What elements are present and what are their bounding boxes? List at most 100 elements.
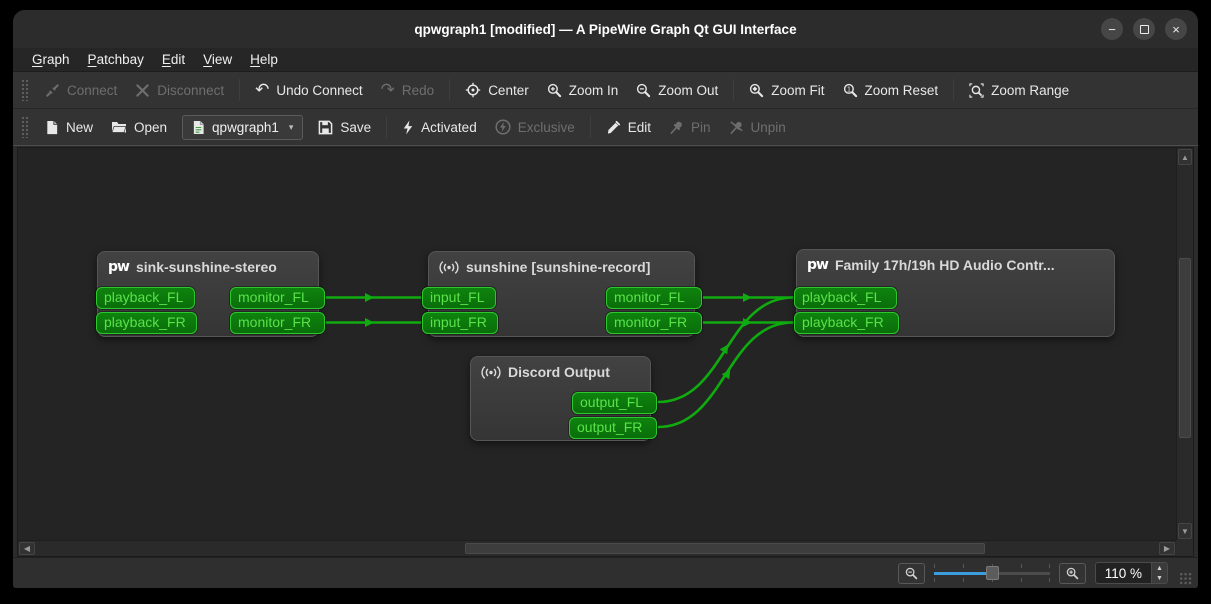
graph-node-sunshine[interactable]: sunshine [sunshine-record] input_FL inpu… [428, 251, 695, 337]
menubar: Graph Patchbay Edit View Help [13, 48, 1198, 72]
toolbar-drag-handle[interactable] [21, 116, 28, 138]
spin-up-icon[interactable]: ▲ [1152, 563, 1167, 573]
connections-layer [18, 148, 1176, 540]
redo-button[interactable]: ↷ Redo [372, 78, 444, 103]
graph-node-discord-output[interactable]: Discord Output output_FL output_FR [470, 356, 651, 441]
minimize-icon: − [1108, 23, 1116, 36]
magnifier-minus-icon [905, 567, 918, 580]
statusbar: 110 % ▲ ▼ [13, 557, 1198, 588]
menu-graph[interactable]: Graph [23, 50, 79, 69]
port-output-fr[interactable]: output_FR [569, 417, 657, 439]
wire-arrow-icon [365, 293, 374, 302]
edit-button[interactable]: Edit [597, 115, 660, 140]
magnifier-plus-icon [1066, 567, 1079, 580]
disconnect-button[interactable]: Disconnect [126, 78, 233, 103]
maximize-button[interactable] [1133, 18, 1155, 40]
statusbar-zoom-in-button[interactable] [1059, 563, 1086, 584]
port-playback-fr[interactable]: playback_FR [794, 312, 899, 334]
port-playback-fl[interactable]: playback_FL [96, 287, 195, 309]
graph-viewport: pw sink-sunshine-stereo playback_FL play… [17, 147, 1194, 557]
zoom-fit-button[interactable]: Zoom Fit [740, 78, 833, 103]
port-output-fl[interactable]: output_FL [572, 392, 657, 414]
scroll-left-icon[interactable]: ◀ [19, 542, 35, 555]
new-button[interactable]: New [36, 115, 102, 140]
port-playback-fl[interactable]: playback_FL [794, 287, 897, 309]
svg-text:1: 1 [847, 86, 851, 93]
scroll-right-icon[interactable]: ▶ [1159, 542, 1175, 555]
zoom-slider-handle[interactable] [986, 566, 999, 580]
zoom-reset-button[interactable]: 1 Zoom Reset [834, 78, 948, 103]
unpin-button[interactable]: Unpin [720, 115, 795, 140]
zoom-range-button[interactable]: Zoom Range [960, 78, 1078, 103]
toolbar-separator [386, 116, 387, 138]
undo-connect-button[interactable]: ↶ Undo Connect [246, 78, 372, 103]
zoom-reset-icon: 1 [843, 83, 858, 98]
window-controls: − × [1101, 18, 1187, 40]
zoom-percent-value[interactable]: 110 % [1096, 563, 1151, 583]
patchbay-file-combobox[interactable]: qpwgraph1 ▾ [182, 115, 303, 140]
app-window: qpwgraph1 [modified] — A PipeWire Graph … [13, 10, 1198, 588]
patchbay-file-icon [192, 120, 205, 135]
vertical-scrollbar-thumb[interactable] [1179, 258, 1191, 438]
connect-button[interactable]: Connect [36, 78, 126, 103]
graph-node-family-audio[interactable]: pw Family 17h/19h HD Audio Contr... play… [796, 249, 1115, 337]
statusbar-zoom-out-button[interactable] [898, 563, 925, 584]
node-title: sunshine [sunshine-record] [466, 259, 650, 275]
menu-edit[interactable]: Edit [153, 50, 194, 69]
toolbar-drag-handle[interactable] [21, 79, 28, 101]
open-button[interactable]: Open [102, 115, 176, 140]
zoom-slider[interactable] [934, 563, 1050, 583]
toolbar-separator [733, 79, 734, 101]
node-title: sink-sunshine-stereo [136, 259, 277, 275]
toolbar-separator [239, 79, 240, 101]
unpin-icon [729, 120, 744, 135]
zoom-percent-spinbox[interactable]: 110 % ▲ ▼ [1095, 562, 1168, 584]
zoom-in-button[interactable]: Zoom In [538, 78, 628, 103]
port-monitor-fr[interactable]: monitor_FR [230, 312, 325, 334]
toolbar-separator [953, 79, 954, 101]
close-icon: × [1172, 23, 1180, 36]
port-monitor-fl[interactable]: monitor_FL [230, 287, 325, 309]
spin-down-icon[interactable]: ▼ [1152, 573, 1167, 583]
close-button[interactable]: × [1165, 18, 1187, 40]
vertical-scrollbar[interactable]: ▲ ▼ [1176, 148, 1193, 540]
window-resize-grip[interactable] [1179, 572, 1192, 585]
port-monitor-fr[interactable]: monitor_FR [606, 312, 702, 334]
node-title: Discord Output [508, 364, 610, 380]
patchbay-toolbar: New Open qpwgraph1 ▾ Save Ac [13, 109, 1198, 146]
pencil-icon [606, 120, 621, 135]
graph-node-sink-sunshine-stereo[interactable]: pw sink-sunshine-stereo playback_FL play… [97, 251, 319, 337]
scrollbar-corner [1176, 540, 1193, 556]
pin-button[interactable]: Pin [660, 115, 720, 140]
graph-canvas[interactable]: pw sink-sunshine-stereo playback_FL play… [18, 148, 1176, 540]
save-button[interactable]: Save [309, 115, 380, 140]
center-button[interactable]: Center [456, 77, 538, 103]
menu-view[interactable]: View [194, 50, 241, 69]
port-input-fr[interactable]: input_FR [422, 312, 498, 334]
menu-patchbay[interactable]: Patchbay [79, 50, 153, 69]
stream-icon [439, 260, 459, 275]
minimize-button[interactable]: − [1101, 18, 1123, 40]
port-playback-fr[interactable]: playback_FR [96, 312, 197, 334]
horizontal-scrollbar[interactable]: ◀ ▶ [18, 540, 1176, 556]
patchbay-file-name: qpwgraph1 [212, 120, 279, 135]
scroll-down-icon[interactable]: ▼ [1178, 523, 1192, 539]
titlebar[interactable]: qpwgraph1 [modified] — A PipeWire Graph … [13, 10, 1198, 48]
maximize-icon [1140, 25, 1149, 34]
wire-arrow-icon [743, 293, 752, 302]
port-monitor-fl[interactable]: monitor_FL [606, 287, 702, 309]
zoom-in-icon [547, 83, 562, 98]
scroll-up-icon[interactable]: ▲ [1178, 149, 1192, 165]
zoom-out-icon [636, 83, 651, 98]
zoom-slider-fill [934, 572, 988, 575]
activated-button[interactable]: Activated [393, 115, 486, 140]
port-input-fl[interactable]: input_FL [422, 287, 496, 309]
exclusive-button[interactable]: Exclusive [486, 114, 584, 140]
undo-icon: ↶ [255, 83, 269, 97]
node-title: Family 17h/19h HD Audio Contr... [835, 257, 1055, 273]
zoom-out-button[interactable]: Zoom Out [627, 78, 727, 103]
horizontal-scrollbar-thumb[interactable] [465, 543, 985, 554]
menu-help[interactable]: Help [241, 50, 287, 69]
pipewire-icon: pw [807, 257, 828, 273]
save-icon [318, 120, 333, 135]
